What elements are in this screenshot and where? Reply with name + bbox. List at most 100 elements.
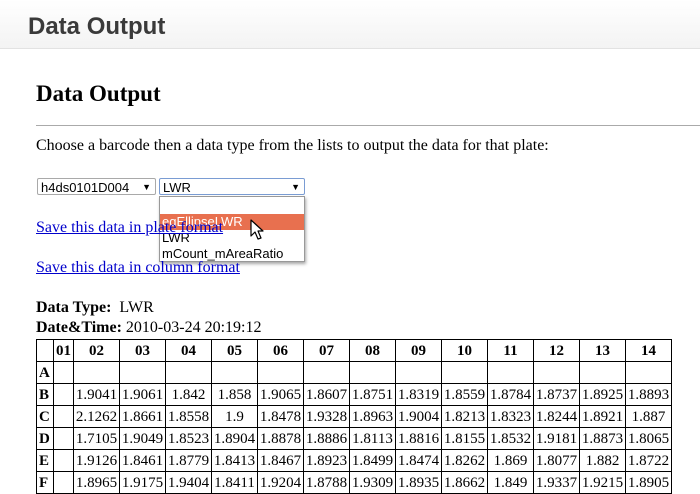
chevron-down-icon: ▼: [291, 182, 300, 192]
table-cell: 1.8532: [487, 427, 534, 450]
table-cell: 1.9215: [579, 471, 626, 494]
table-cell: 1.882: [579, 449, 626, 472]
page-title: Data Output: [36, 81, 161, 106]
table-cell: 1.8965: [73, 471, 120, 494]
column-header: 07: [303, 339, 350, 362]
table-cell: [487, 361, 534, 384]
table-cell: 1.869: [487, 449, 534, 472]
table-cell: [533, 361, 580, 384]
barcode-select[interactable]: h4ds0101D004 ▼: [37, 178, 156, 195]
table-cell: 1.9181: [533, 427, 580, 450]
table-cell: 1.9061: [119, 383, 166, 406]
table-cell: 1.8523: [165, 427, 212, 450]
table-cell: 1.8244: [533, 405, 580, 428]
table-cell: 1.8213: [441, 405, 488, 428]
table-cell: [53, 449, 74, 472]
table-row: F 1.8965 1.9175 1.9404 1.8411 1.9204 1.8788 1.9…: [36, 471, 672, 494]
table-row: C 2.1262 1.8661 1.8558 1.9 1.8478 1.9328 1.8963…: [36, 405, 672, 428]
column-header: 10: [441, 339, 488, 362]
table-cell: 1.8886: [303, 427, 350, 450]
table-cell: [579, 361, 626, 384]
row-header: C: [36, 405, 54, 428]
save-column-format-link[interactable]: Save this data in column format: [36, 259, 240, 277]
column-header: 14: [625, 339, 672, 362]
table-cell: 2.1262: [73, 405, 120, 428]
table-cell: [625, 361, 672, 384]
datetime-value: 2010-03-24 20:19:12: [125, 319, 262, 336]
table-cell: 1.8559: [441, 383, 488, 406]
table-cell: 1.8751: [349, 383, 396, 406]
table-cell: [53, 405, 74, 428]
table-cell: 1.9065: [257, 383, 304, 406]
column-header: 02: [73, 339, 120, 362]
table-cell: 1.8499: [349, 449, 396, 472]
table-header-row: 01 02 03 04 05 06 07 08 09 10 11 12 13 14: [36, 339, 672, 362]
table-cell: 1.9004: [395, 405, 442, 428]
table-cell: 1.842: [165, 383, 212, 406]
save-plate-format-link[interactable]: Save this data in plate format: [36, 219, 223, 237]
table-cell: 1.887: [625, 405, 672, 428]
table-cell: 1.9: [211, 405, 258, 428]
table-cell: 1.849: [487, 471, 534, 494]
column-header: 13: [579, 339, 626, 362]
column-header: 04: [165, 339, 212, 362]
table-cell: 1.8065: [625, 427, 672, 450]
table-row: D 1.7105 1.9049 1.8523 1.8904 1.8878 1.8886 1.8…: [36, 427, 672, 450]
table-cell: 1.9328: [303, 405, 350, 428]
data-type-select-value: LWR: [163, 180, 191, 195]
dropdown-option-empty[interactable]: [160, 197, 304, 213]
table-cell: [53, 427, 74, 450]
table-cell: 1.9126: [73, 449, 120, 472]
column-header: 03: [119, 339, 166, 362]
table-cell: 1.8262: [441, 449, 488, 472]
table-cell: 1.8077: [533, 449, 580, 472]
table-cell: 1.8873: [579, 427, 626, 450]
table-cell: 1.8921: [579, 405, 626, 428]
table-cell: 1.9041: [73, 383, 120, 406]
data-type-select[interactable]: LWR ▼: [159, 178, 305, 195]
table-cell: 1.8662: [441, 471, 488, 494]
table-cell: 1.8788: [303, 471, 350, 494]
row-header: A: [36, 361, 54, 384]
table-cell: 1.8893: [625, 383, 672, 406]
data-type-label: Data Type:: [36, 299, 112, 316]
table-cell: 1.9204: [257, 471, 304, 494]
table-cell: [119, 361, 166, 384]
table-cell: 1.8413: [211, 449, 258, 472]
row-header: F: [36, 471, 54, 494]
table-cell: 1.9337: [533, 471, 580, 494]
table-cell: 1.8816: [395, 427, 442, 450]
instructions-text: Choose a barcode then a data type from t…: [36, 137, 549, 154]
column-header: 11: [487, 339, 534, 362]
data-type-info: Data Type: LWR: [36, 299, 154, 317]
table-cell: 1.8155: [441, 427, 488, 450]
table-cell: 1.8411: [211, 471, 258, 494]
table-cell: [441, 361, 488, 384]
datetime-label: Date&Time:: [36, 319, 122, 336]
table-cell: 1.8963: [349, 405, 396, 428]
table-cell: 1.8319: [395, 383, 442, 406]
table-cell: 1.8737: [533, 383, 580, 406]
table-cell: 1.8923: [303, 449, 350, 472]
app-title: Data Output: [28, 13, 166, 40]
table-cell: [211, 361, 258, 384]
table-cell: [165, 361, 212, 384]
table-cell: 1.8925: [579, 383, 626, 406]
table-cell: [53, 361, 74, 384]
table-cell: 1.858: [211, 383, 258, 406]
table-cell: 1.8784: [487, 383, 534, 406]
data-type-value: LWR: [119, 299, 154, 316]
column-header: 12: [533, 339, 580, 362]
table-cell: [349, 361, 396, 384]
table-row: E 1.9126 1.8461 1.8779 1.8413 1.8467 1.8923 1.8…: [36, 449, 672, 472]
table-cell: 1.8779: [165, 449, 212, 472]
row-header: E: [36, 449, 54, 472]
table-row: A: [36, 361, 672, 384]
table-cell: [53, 383, 74, 406]
table-cell: 1.8467: [257, 449, 304, 472]
table-cell: [257, 361, 304, 384]
table-cell: [303, 361, 350, 384]
table-cell: 1.9049: [119, 427, 166, 450]
column-header: 01: [53, 339, 74, 362]
row-header: D: [36, 427, 54, 450]
